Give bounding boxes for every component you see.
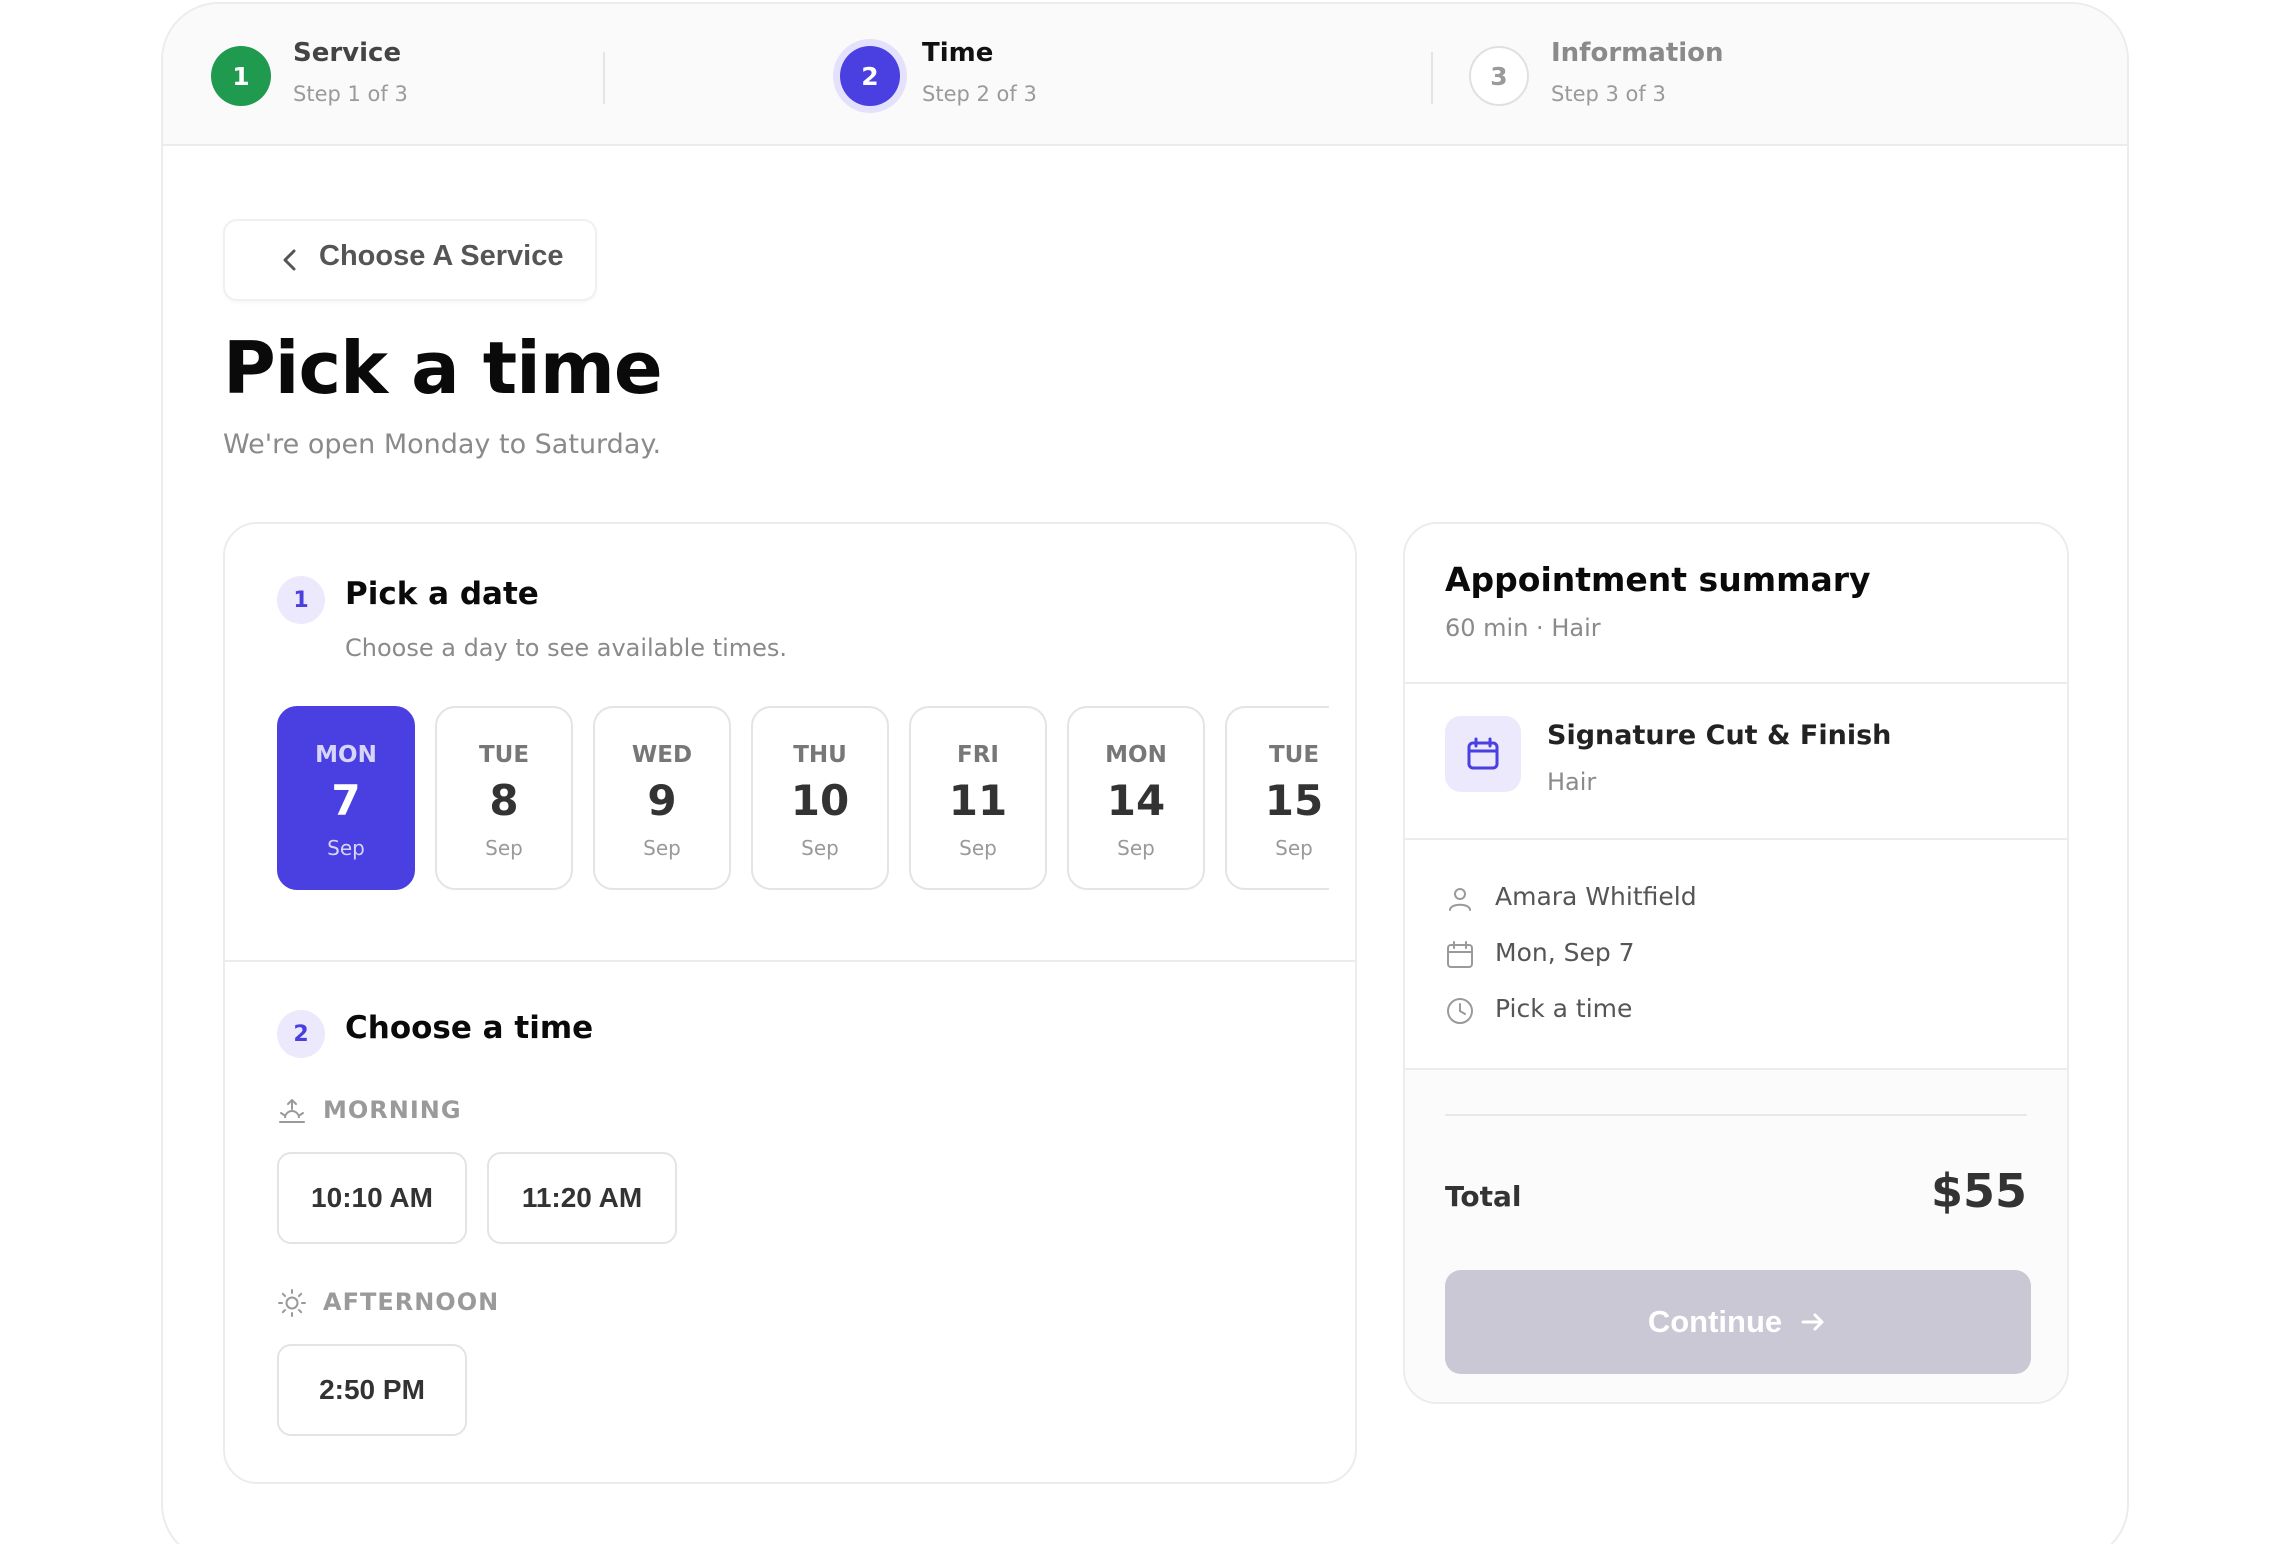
summary-staff: Amara Whitfield — [1495, 882, 1697, 911]
appointment-summary-panel: Appointment summary 60 min · Hair Signat… — [1403, 522, 2069, 1404]
stepper: 1 Service Step 1 of 3 2 Time Step 2 of 3… — [163, 4, 2127, 146]
page-title: Pick a time — [223, 326, 663, 410]
date-chip-wed-9[interactable]: WED 9 Sep — [593, 706, 731, 890]
summary-divider — [1405, 682, 2067, 684]
section-number-badge: 2 — [277, 1010, 325, 1058]
date-month: Sep — [1275, 836, 1313, 860]
date-section-title: Pick a date — [345, 576, 539, 612]
step-number: 1 — [211, 46, 271, 106]
date-day: 11 — [948, 776, 1008, 825]
calendar-icon — [1445, 716, 1521, 792]
date-weekday: TUE — [1268, 742, 1320, 768]
time-slot-10-10-am[interactable]: 10:10 AM — [277, 1152, 467, 1244]
calendar-icon — [1447, 941, 1473, 968]
service-category: Hair — [1547, 768, 1597, 796]
date-chip-mon-7[interactable]: MON 7 Sep — [277, 706, 415, 890]
step-divider — [1431, 52, 1433, 104]
date-month: Sep — [643, 836, 681, 860]
section-number-badge: 1 — [277, 576, 325, 624]
total-label: Total — [1445, 1180, 1522, 1213]
afternoon-label: AFTERNOON — [323, 1288, 500, 1316]
summary-footer: Total $55 Continue — [1405, 1068, 2067, 1402]
date-day: 10 — [790, 776, 850, 825]
date-day: 9 — [647, 776, 677, 825]
user-icon — [1449, 888, 1471, 911]
date-weekday: MON — [315, 742, 377, 768]
step-sub: Step 2 of 3 — [922, 82, 1037, 106]
date-weekday: WED — [631, 742, 693, 768]
date-chip-fri-11[interactable]: FRI 11 Sep — [909, 706, 1047, 890]
step-label: Time — [922, 38, 994, 68]
date-day: 8 — [489, 776, 519, 825]
date-day: 7 — [331, 776, 361, 825]
time-section-title: Choose a time — [345, 1010, 594, 1046]
time-slot-11-20-am[interactable]: 11:20 AM — [487, 1152, 677, 1244]
date-month: Sep — [327, 836, 365, 860]
section-divider — [225, 960, 1355, 962]
step-number: 2 — [840, 46, 900, 106]
date-day: 15 — [1264, 776, 1324, 825]
date-day: 14 — [1106, 776, 1166, 825]
date-weekday: FRI — [957, 742, 999, 768]
date-weekday: THU — [793, 742, 847, 768]
date-chip-tue-8[interactable]: TUE 8 Sep — [435, 706, 573, 890]
booking-card: 1 Service Step 1 of 3 2 Time Step 2 of 3… — [161, 2, 2129, 1544]
page-subtitle: We're open Monday to Saturday. — [223, 429, 662, 460]
date-weekday: MON — [1105, 742, 1167, 768]
date-month: Sep — [959, 836, 997, 860]
time-slot-2-50-pm[interactable]: 2:50 PM — [277, 1344, 467, 1436]
summary-time: Pick a time — [1495, 994, 1633, 1023]
date-month: Sep — [801, 836, 839, 860]
step-label: Service — [293, 38, 402, 68]
sun-icon — [278, 1289, 306, 1317]
service-name: Signature Cut & Finish — [1547, 720, 1892, 751]
date-chip-tue-15[interactable]: TUE 15 Sep — [1225, 706, 1329, 890]
summary-divider — [1405, 838, 2067, 840]
date-section-subtitle: Choose a day to see available times. — [345, 634, 788, 662]
summary-subtitle: 60 min · Hair — [1445, 614, 1601, 642]
step-sub: Step 1 of 3 — [293, 82, 408, 106]
back-button[interactable]: Choose A Service — [223, 219, 597, 301]
scheduler-panel: 1 Pick a date Choose a day to see availa… — [223, 522, 1357, 1484]
step-number: 3 — [1469, 46, 1529, 106]
date-month: Sep — [1117, 836, 1155, 860]
date-strip[interactable]: MON 7 Sep TUE 8 Sep WED 9 Sep THU 10 Sep… — [277, 706, 1329, 896]
step-divider — [603, 52, 605, 104]
chevron-left-icon — [283, 249, 296, 271]
total-value: $55 — [1930, 1164, 2027, 1218]
clock-icon — [1447, 998, 1473, 1024]
morning-label: MORNING — [323, 1096, 462, 1124]
summary-date: Mon, Sep 7 — [1495, 938, 1635, 967]
total-divider — [1445, 1114, 2027, 1116]
sunrise-icon — [279, 1099, 305, 1123]
summary-title: Appointment summary — [1445, 560, 1871, 599]
date-month: Sep — [485, 836, 523, 860]
step-label: Information — [1551, 38, 1724, 68]
date-weekday: TUE — [478, 742, 530, 768]
step-sub: Step 3 of 3 — [1551, 82, 1666, 106]
date-chip-mon-14[interactable]: MON 14 Sep — [1067, 706, 1205, 890]
continue-button[interactable]: Continue — [1445, 1270, 2031, 1374]
continue-button-label: Continue — [1647, 1304, 1783, 1339]
back-button-label: Choose A Service — [319, 240, 564, 272]
date-chip-thu-10[interactable]: THU 10 Sep — [751, 706, 889, 890]
arrow-right-icon — [1801, 1313, 1824, 1331]
